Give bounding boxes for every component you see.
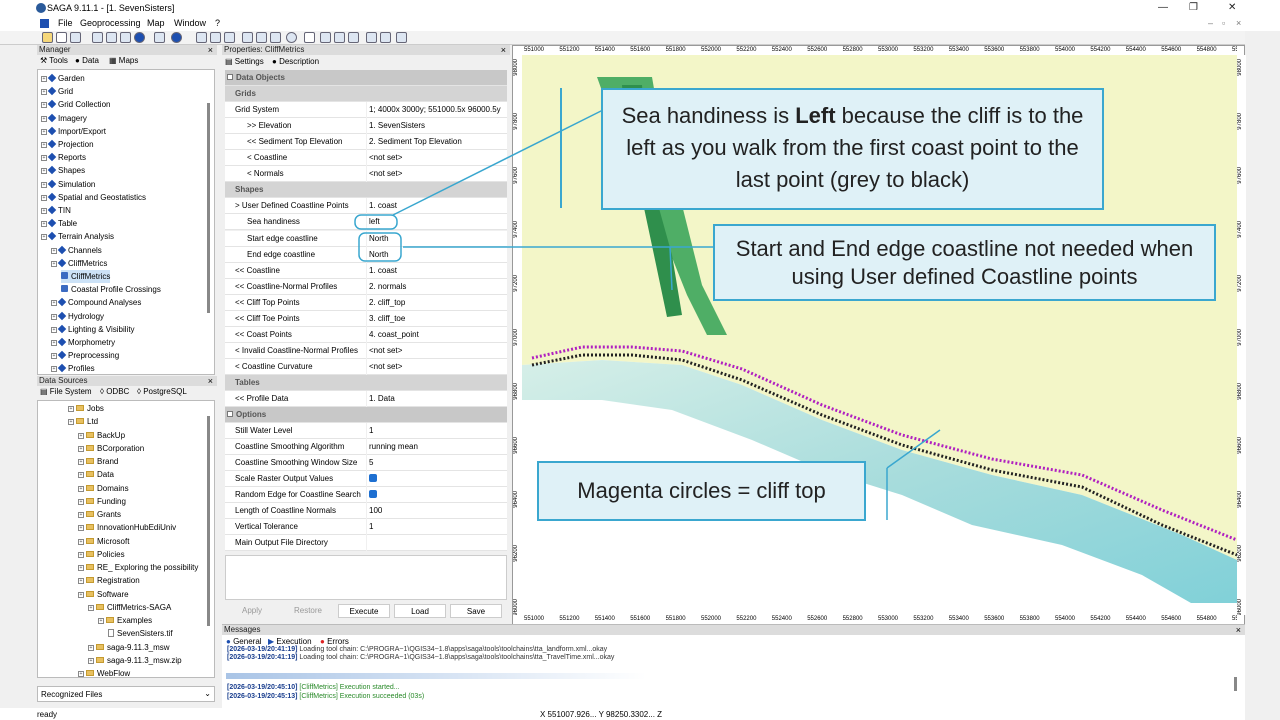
message-text: Loading tool chain: C:\PROGRA~1\QGIS34~1…: [299, 654, 615, 661]
tab-errors[interactable]: ● Errors: [320, 637, 349, 646]
message-timestamp: [2026-03-19/20:45:10]: [227, 684, 300, 691]
message-timestamp: [2026-03-19/20:41:19]: [227, 646, 300, 653]
message-timestamp: [2026-03-19/20:45:13]: [227, 693, 300, 700]
message-line: [2026-03-19/20:45:13] [CliffMetrics] Exe…: [227, 693, 424, 700]
progress-divider: [226, 673, 646, 679]
sea-callout-pre: Sea handiness is: [621, 103, 796, 128]
messages-title: Messages: [222, 625, 1245, 635]
message-text: [CliffMetrics] Execution succeeded (03s): [299, 693, 425, 700]
status-coordinates: X 551007.926... Y 98250.3302... Z: [540, 710, 663, 719]
edge-coastline-callout: Start and End edge coastline not needed …: [713, 224, 1216, 301]
messages-close-icon[interactable]: ×: [1236, 625, 1241, 635]
message-text: [CliffMetrics] Execution started...: [299, 684, 400, 691]
message-line: [2026-03-19/20:41:19] Loading tool chain…: [227, 646, 607, 653]
status-text: ready: [37, 710, 58, 719]
status-bar: ready X 551007.926... Y 98250.3302... Z: [0, 708, 1245, 720]
messages-scrollbar[interactable]: [1234, 677, 1237, 691]
tab-execution[interactable]: ▶ Execution: [268, 637, 312, 646]
message-line: [2026-03-19/20:41:19] Loading tool chain…: [227, 654, 614, 661]
tab-general[interactable]: ● General: [226, 637, 262, 646]
sea-callout-bold: Left: [795, 103, 836, 128]
message-line: [2026-03-19/20:45:10] [CliffMetrics] Exe…: [227, 684, 400, 691]
message-text: Loading tool chain: C:\PROGRA~1\QGIS34~1…: [299, 646, 608, 653]
magenta-callout: Magenta circles = cliff top: [537, 461, 866, 521]
sea-handiness-callout: Sea handiness is Left because the cliff …: [601, 88, 1104, 210]
message-timestamp: [2026-03-19/20:41:19]: [227, 654, 300, 661]
